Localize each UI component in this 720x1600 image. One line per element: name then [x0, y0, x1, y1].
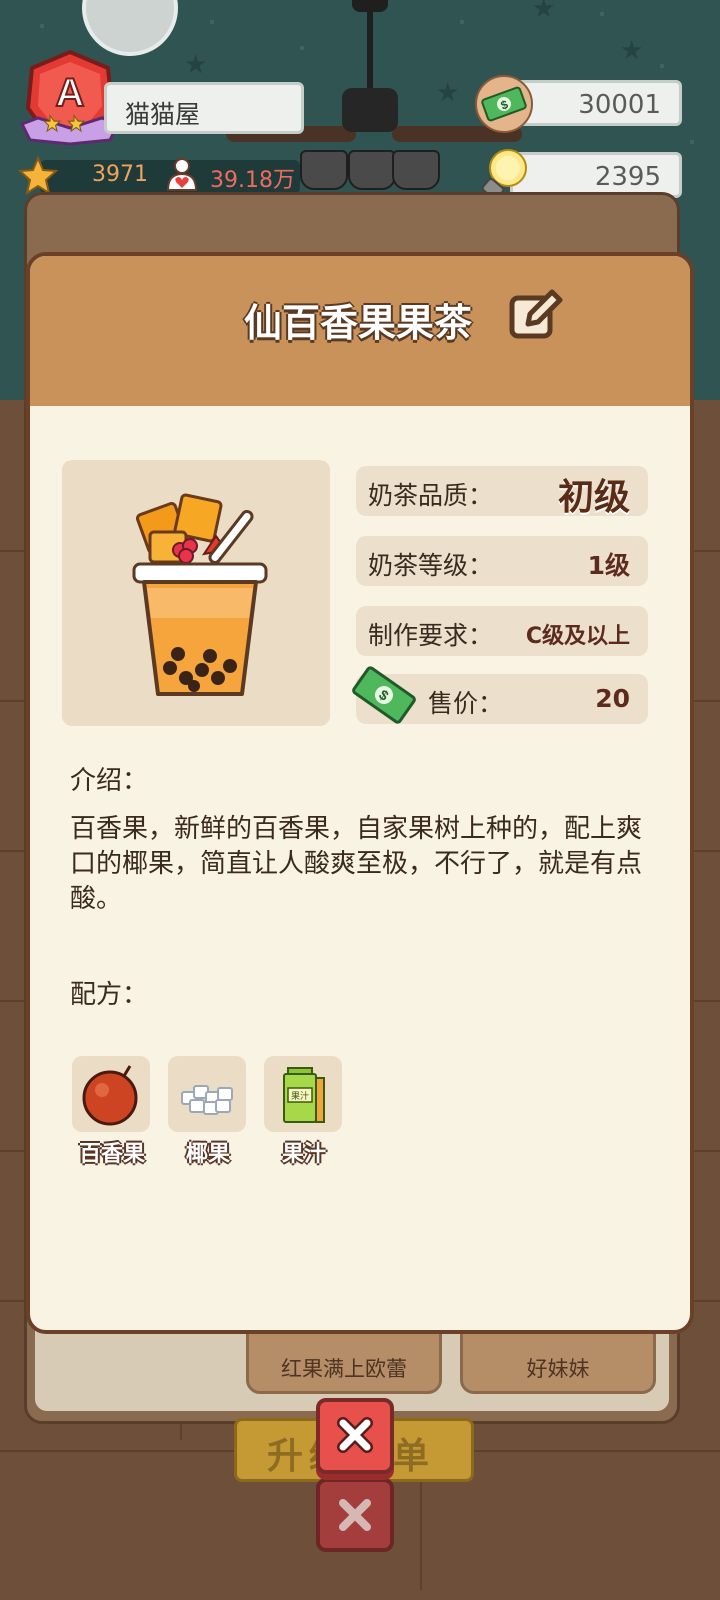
- tea-name-title: 仙百香果果茶: [244, 301, 473, 345]
- ingredient-name: 果汁: [281, 1142, 326, 1167]
- close-icon: [337, 1417, 373, 1453]
- price-row: $ 售价： 20: [352, 666, 648, 724]
- star-icon: [18, 156, 58, 196]
- requirement-value: C级及以上: [525, 624, 630, 649]
- quality-value: 初级: [557, 477, 630, 518]
- close-button[interactable]: [316, 1398, 394, 1474]
- rank-letter: A: [56, 71, 85, 115]
- quality-label: 奶茶品质：: [368, 481, 494, 510]
- ingredient-name: 百香果: [78, 1142, 145, 1167]
- coconut-jelly-icon: [181, 1085, 233, 1115]
- ideas-value: 2395: [594, 162, 661, 192]
- shop-name: 猫猫屋: [125, 100, 201, 129]
- wall-star-decoration: ★: [436, 78, 460, 108]
- close-button-underlay: [316, 1478, 394, 1552]
- header-scallop-edge: [30, 377, 690, 406]
- price-label: 售价：: [428, 689, 504, 718]
- requirement-label: 制作要求：: [368, 621, 494, 650]
- wall-star-decoration: ★: [184, 50, 208, 80]
- ingredient-name: 椰果: [185, 1142, 230, 1167]
- level-row: 奶茶等级： 1级: [356, 536, 648, 586]
- fans-count: 39.18万: [210, 168, 295, 193]
- intro-heading: 介绍：: [70, 766, 149, 796]
- ingredient-item[interactable]: 椰果: [168, 1056, 248, 1168]
- menu-card-label: 红果满上欧蕾: [281, 1357, 407, 1381]
- wall-star-decoration: ★: [532, 0, 556, 24]
- fans-icon: [166, 158, 198, 191]
- wall-star-decoration: ★: [620, 36, 644, 66]
- close-icon: [339, 1499, 371, 1531]
- tea-image-frame: [62, 460, 330, 726]
- price-value: 20: [595, 684, 630, 713]
- tea-detail-dialog: 仙百香果果茶 奶茶品质： 初级 奶茶等级： 1级 制作要求： C级及以上 $ 售…: [26, 252, 694, 1334]
- ingredient-item[interactable]: 百香果: [72, 1056, 152, 1168]
- star-count: 3971: [92, 162, 148, 187]
- juice-box-icon: 果汁: [283, 1067, 325, 1123]
- cash-icon: $: [352, 666, 416, 724]
- passion-fruit-tea-icon: [132, 493, 268, 696]
- menu-card-label: 好妹妹: [526, 1357, 590, 1381]
- level-value: 1级: [587, 551, 630, 580]
- edit-icon[interactable]: [506, 286, 566, 342]
- level-label: 奶茶等级：: [368, 551, 494, 580]
- cash-counter[interactable]: 30001: [510, 80, 682, 126]
- cash-value: 30001: [578, 90, 661, 120]
- juice-box-text: 果汁: [291, 1090, 309, 1102]
- requirement-row: 制作要求： C级及以上: [356, 606, 648, 656]
- intro-text: 百香果，新鲜的百香果，自家果树上种的，配上爽口的椰果，简直让人酸爽至极，不行了，…: [70, 814, 643, 914]
- passion-fruit-icon: [82, 1065, 138, 1126]
- quality-row: 奶茶品质： 初级: [356, 466, 648, 518]
- ingredient-item[interactable]: 果汁 果汁: [264, 1056, 344, 1168]
- cash-icon: $: [475, 75, 533, 133]
- recipe-heading: 配方：: [70, 980, 149, 1010]
- shop-name-box[interactable]: 猫猫屋: [104, 82, 304, 134]
